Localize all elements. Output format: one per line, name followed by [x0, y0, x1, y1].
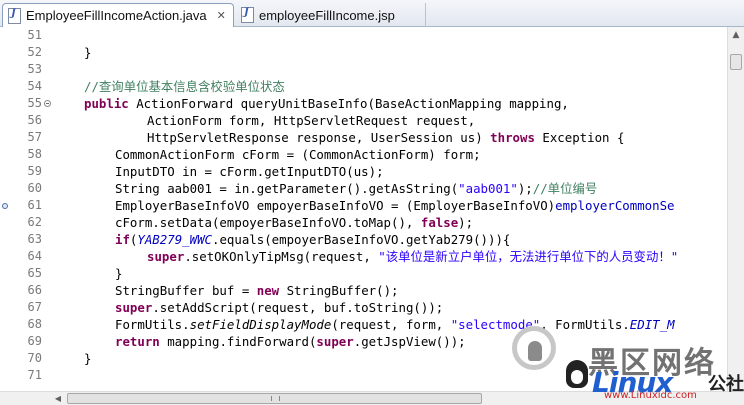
- line-number: 52: [27, 45, 42, 59]
- code-line: if(YAB279_WWC.equals(empoyerBaseInfoVO.g…: [115, 232, 511, 247]
- scroll-left-icon[interactable]: ◀: [52, 393, 64, 405]
- site-logo-icon: [512, 326, 556, 370]
- code-line: }: [115, 266, 123, 281]
- code-line: EmployerBaseInfoVO empoyerBaseInfoVO = (…: [115, 198, 675, 213]
- editor-tab-bar: J EmployeeFillIncomeAction.java ✕ J empl…: [0, 0, 744, 27]
- code-line: }: [84, 45, 92, 60]
- code-line: super.setOKOnlyTipMsg(request, "该单位是新立户单…: [147, 249, 679, 264]
- line-number: 58: [27, 147, 42, 161]
- watermark-url: www.Linuxidc.com: [604, 390, 697, 401]
- code-line: CommonActionForm cForm = (CommonActionFo…: [115, 147, 481, 162]
- line-number: 51: [27, 28, 42, 42]
- tab-employee-fill-income-jsp[interactable]: J employeeFillIncome.jsp: [236, 3, 426, 27]
- watermark-brand-suffix: 公社: [708, 374, 744, 395]
- line-number: 60: [27, 181, 42, 195]
- watermark: 黑区网络 Linux 公社 www.Linuxidc.com: [508, 318, 744, 405]
- code-line: InputDTO in = cForm.getInputDTO(us);: [115, 164, 384, 179]
- tab-label: EmployeeFillIncomeAction.java: [26, 8, 207, 23]
- line-number: 57: [27, 130, 42, 144]
- line-number: 67: [27, 300, 42, 314]
- line-number: 62: [27, 215, 42, 229]
- line-number: 59: [27, 164, 42, 178]
- line-number: 64: [27, 249, 42, 263]
- horizontal-scroll-thumb[interactable]: [67, 393, 482, 404]
- code-line: super.setAddScript(request, buf.toString…: [115, 300, 444, 315]
- line-number: 65: [27, 266, 42, 280]
- tab-label: employeeFillIncome.jsp: [259, 7, 395, 23]
- java-file-icon: J: [8, 7, 21, 24]
- override-marker-icon: [2, 203, 8, 209]
- code-line: String aab001 = in.getParameter().getAsS…: [115, 181, 598, 196]
- code-line: cForm.setData(empoyerBaseInfoVO.toMap(),…: [115, 215, 474, 230]
- line-number: 69: [27, 334, 42, 348]
- fold-toggle-icon[interactable]: [44, 100, 51, 107]
- code-line: StringBuffer buf = new StringBuffer();: [115, 283, 399, 298]
- scroll-grip-icon: [271, 396, 280, 401]
- close-icon[interactable]: ✕: [217, 9, 226, 22]
- line-number: 55: [27, 96, 42, 110]
- line-number: 68: [27, 317, 42, 331]
- penguin-icon: [566, 360, 588, 388]
- line-number: 63: [27, 232, 42, 246]
- code-line: //查询单位基本信息含校验单位状态: [84, 79, 285, 94]
- line-number: 71: [27, 368, 42, 382]
- tab-employee-fill-income-action[interactable]: J EmployeeFillIncomeAction.java ✕: [2, 3, 234, 27]
- annotation-ruler: [0, 27, 8, 391]
- code-line: HttpServletResponse response, UserSessio…: [147, 130, 625, 145]
- code-line: }: [84, 351, 92, 366]
- scroll-up-icon[interactable]: ▲: [730, 29, 742, 41]
- line-number: 53: [27, 62, 42, 76]
- line-number: 66: [27, 283, 42, 297]
- code-line: return mapping.findForward(super.getJspV…: [115, 334, 466, 349]
- vertical-scroll-thumb[interactable]: [730, 54, 742, 70]
- line-number: 54: [27, 79, 42, 93]
- code-line: public ActionForward queryUnitBaseInfo(B…: [84, 96, 569, 111]
- code-line: ActionForm form, HttpServletRequest requ…: [147, 113, 476, 128]
- line-number: 61: [27, 198, 42, 212]
- jsp-file-icon: J: [241, 7, 254, 23]
- line-number: 56: [27, 113, 42, 127]
- line-number: 70: [27, 351, 42, 365]
